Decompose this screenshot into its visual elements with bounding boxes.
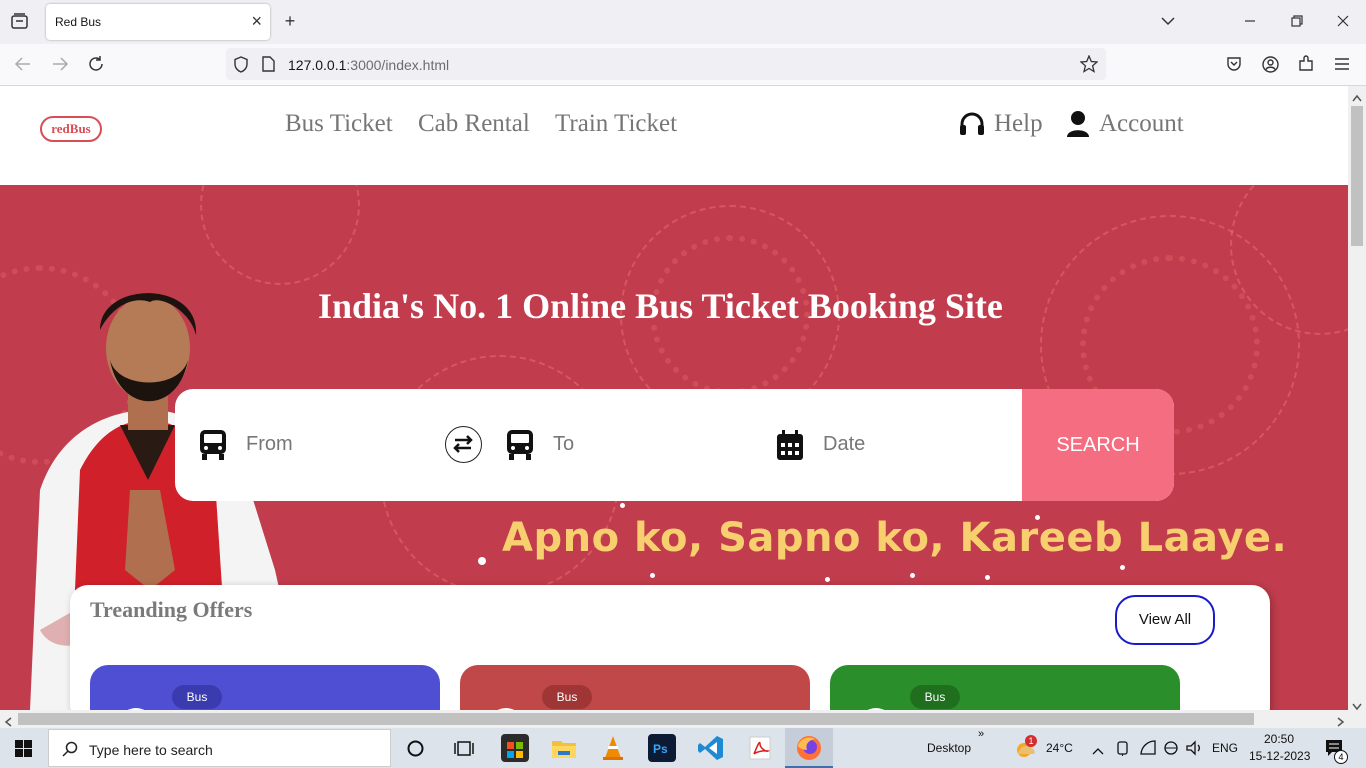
network-icon[interactable] [1162,740,1180,761]
clock-time[interactable]: 20:50 [1264,732,1294,746]
close-window-icon[interactable] [1331,10,1355,32]
logo-text: redBus [51,121,91,136]
profile-icon[interactable] [1262,56,1279,78]
chevron-up-icon[interactable] [1092,742,1104,760]
offer-badge: Bus [910,685,960,709]
chevron-down-icon[interactable] [1156,10,1180,32]
nav-cab-rental[interactable]: Cab Rental [418,110,530,138]
sparkle [985,575,990,580]
url-path: :3000/index.html [346,57,450,73]
from-bus-icon [199,429,227,466]
offer-card[interactable]: Bus [90,665,440,710]
scroll-thumb[interactable] [1351,106,1363,246]
language-indicator[interactable]: ENG [1212,741,1238,755]
scroll-up-icon[interactable] [1352,89,1362,107]
menu-icon[interactable] [1334,57,1350,76]
browser-nav-bar: 127.0.0.1:3000/index.html [0,44,1366,86]
desktop-toolbar-label[interactable]: Desktop [927,741,971,755]
url-text[interactable]: 127.0.0.1:3000/index.html [288,57,449,73]
from-input[interactable]: From [246,433,293,456]
weather-alert-badge: 1 [1025,735,1037,747]
offer-card[interactable]: Bus [830,665,1180,710]
url-host: 127.0.0.1 [288,57,347,73]
hero-banner: India's No. 1 Online Bus Ticket Booking … [0,185,1348,710]
windows-start-icon[interactable] [15,740,32,762]
sparkle [910,573,915,578]
taskbar-search-placeholder: Type here to search [89,742,213,758]
vlc-icon[interactable] [599,734,627,762]
search-icon [62,741,78,762]
clock-date[interactable]: 15-12-2023 [1249,749,1310,763]
user-icon[interactable] [1066,110,1090,143]
offer-badge: Bus [542,685,592,709]
search-form: From To Date SEARCH [175,389,1174,501]
pocket-icon[interactable] [1226,56,1242,77]
offers-title: Treanding Offers [90,597,253,622]
meet-now-icon[interactable] [1116,740,1130,761]
browser-tab[interactable]: Red Bus × [46,4,270,40]
forward-icon[interactable] [51,56,69,77]
close-tab-icon[interactable]: × [251,11,262,31]
web-page: redBus Bus Ticket Cab Rental Train Ticke… [0,86,1348,710]
windows-taskbar: Type here to search Ps Desktop » 1 24°C [0,728,1366,768]
firefox-active-tab[interactable] [785,728,833,768]
site-header: redBus Bus Ticket Cab Rental Train Ticke… [0,86,1348,185]
sparkle [478,557,486,565]
account-link[interactable]: Account [1099,110,1184,138]
trending-offers-section: Treanding Offers View All Bus Bus Bus [70,585,1270,710]
restore-icon[interactable] [1285,10,1309,32]
tab-title: Red Bus [55,15,102,29]
redbus-logo[interactable]: redBus [40,116,102,142]
help-link[interactable]: Help [994,110,1043,138]
task-view-icon[interactable] [454,740,474,762]
horizontal-scrollbar[interactable] [0,710,1366,728]
to-input[interactable]: To [553,433,574,456]
shield-icon[interactable] [233,56,249,78]
file-explorer-icon[interactable] [550,734,578,762]
tagline: Apno ko, Sapno ko, Kareeb Laaye. [502,515,1288,561]
vertical-scrollbar[interactable] [1348,86,1366,711]
cortana-icon[interactable] [407,740,424,762]
reload-icon[interactable] [87,55,105,78]
nav-train-ticket[interactable]: Train Ticket [555,110,677,138]
svg-text:Ps: Ps [653,742,668,756]
new-tab-icon[interactable]: + [278,10,302,32]
weather-temperature[interactable]: 24°C [1046,741,1073,755]
date-input[interactable]: Date [823,433,865,456]
taskbar-search-box[interactable]: Type here to search [48,729,391,767]
toolbar-expand-icon[interactable]: » [978,728,984,740]
sparkle [1120,565,1125,570]
browser-tab-bar: Red Bus × + [0,0,1366,44]
to-bus-icon [506,429,534,466]
notification-count-badge: 4 [1334,750,1348,764]
store-app-icon[interactable] [501,734,529,762]
offer-badge: Bus [172,685,222,709]
minimize-icon[interactable] [1238,10,1262,32]
extensions-icon[interactable] [1298,55,1315,77]
calendar-icon [776,429,804,466]
back-icon[interactable] [14,56,32,77]
page-icon [262,56,275,77]
wifi-icon[interactable] [1140,740,1156,761]
nav-bus-ticket[interactable]: Bus Ticket [285,110,393,138]
sparkle [650,573,655,578]
bookmark-star-icon[interactable] [1079,54,1099,78]
headset-icon[interactable] [958,112,986,143]
swap-icon[interactable] [445,426,482,463]
address-bar[interactable]: 127.0.0.1:3000/index.html [226,48,1106,80]
sparkle [620,503,625,508]
sparkle [825,577,830,582]
volume-icon[interactable] [1186,740,1204,761]
offer-card[interactable]: Bus [460,665,810,710]
hero-headline-text: India's No. 1 Online Bus Ticket Booking … [318,286,1003,326]
tab-list-icon[interactable] [11,13,28,29]
photoshop-icon[interactable]: Ps [648,734,676,762]
view-all-button[interactable]: View All [1115,595,1215,645]
firefox-icon [795,734,823,767]
acrobat-icon[interactable] [746,734,774,762]
scroll-thumb[interactable] [18,713,1254,725]
search-button[interactable]: SEARCH [1022,389,1174,501]
vscode-icon[interactable] [697,734,725,762]
